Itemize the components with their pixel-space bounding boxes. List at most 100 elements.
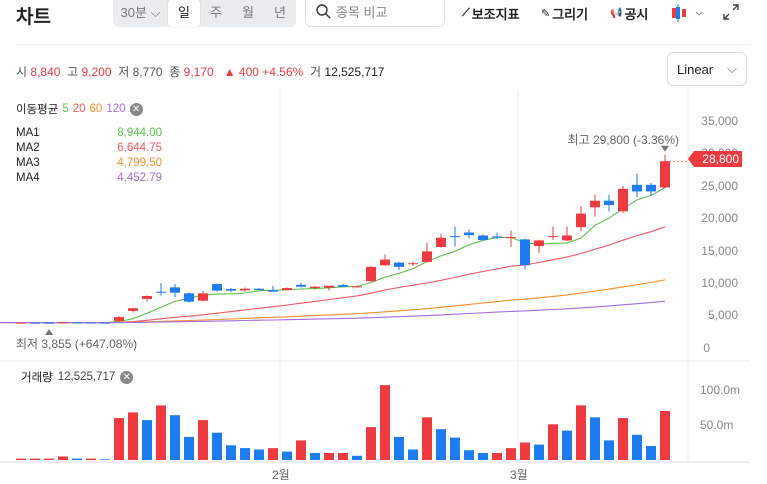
volume-bar	[632, 434, 642, 460]
candle-body	[100, 322, 110, 324]
volume-bar	[450, 437, 460, 460]
volume-bar	[660, 411, 670, 460]
volume-bar	[324, 453, 334, 460]
volume-bar	[212, 432, 222, 460]
volume-bar	[394, 436, 404, 460]
volume-bar	[254, 449, 264, 460]
candle-body	[478, 235, 488, 241]
candle-body	[520, 239, 530, 266]
low-marker-label: 최저 3,855 (+647.08%)	[16, 337, 138, 351]
price-chart[interactable]	[0, 0, 767, 484]
candle-body	[660, 161, 670, 188]
candle-body	[114, 317, 124, 322]
volume-tick: 100.0m	[700, 383, 741, 397]
ma-title: 이동평균	[16, 104, 59, 116]
candle-body	[422, 251, 432, 262]
volume-bar	[478, 453, 488, 460]
candle-body	[450, 236, 460, 238]
y-tick: 20,000	[701, 211, 738, 225]
volume-bar	[226, 445, 236, 460]
volume-bar	[170, 415, 180, 460]
volume-bar	[30, 458, 40, 460]
ma-legend: 이동평균 5 20 60 120 ✕	[16, 101, 143, 117]
volume-bar	[240, 448, 250, 460]
candle-body	[282, 288, 292, 291]
volume-bar	[604, 440, 614, 460]
candle-body	[590, 200, 600, 208]
ma-period: 20	[72, 103, 86, 115]
ma-period: 5	[62, 103, 69, 115]
volume-bar	[296, 440, 306, 460]
candle-body	[128, 308, 138, 311]
remove-volume-icon[interactable]: ✕	[120, 370, 134, 384]
candle-body	[226, 289, 236, 291]
volume-bar	[548, 424, 558, 460]
candle-body	[324, 285, 334, 288]
ma-row: MA4 4,452.79	[16, 172, 162, 184]
candle-body	[86, 322, 96, 324]
volume-bar	[86, 458, 96, 460]
volume-bar	[646, 446, 656, 460]
candle-body	[254, 288, 264, 291]
volume-title: 거래량	[21, 372, 53, 384]
high-marker-label: 최고 29,800 (-3.36%)	[567, 133, 679, 147]
candle-body	[44, 322, 54, 324]
ma-period: 60	[89, 103, 103, 115]
y-tick: 0	[703, 341, 710, 355]
volume-bar	[184, 436, 194, 460]
remove-ma-icon[interactable]: ✕	[129, 102, 143, 116]
current-price-tag: 28,800	[688, 151, 742, 167]
volume-bar	[380, 385, 390, 460]
candle-body	[30, 322, 40, 324]
x-tick: 2월	[272, 468, 290, 482]
volume-bar	[506, 448, 516, 460]
volume-bar	[198, 420, 208, 460]
candle-body	[352, 286, 362, 288]
volume-bar	[618, 418, 628, 460]
volume-bar	[16, 458, 26, 460]
ma-line-5	[0, 187, 666, 324]
volume-bar	[58, 456, 68, 460]
volume-bar	[72, 458, 82, 460]
candle-body	[576, 213, 586, 228]
volume-bar	[282, 451, 292, 460]
candle-body	[240, 288, 250, 291]
volume-bar	[310, 453, 320, 460]
candle-body	[604, 200, 614, 206]
volume-bar	[366, 427, 376, 460]
volume-bar	[100, 459, 110, 460]
y-tick: 35,000	[701, 114, 738, 128]
volume-bar	[422, 417, 432, 460]
volume-bar	[534, 444, 544, 460]
candle-body	[338, 285, 348, 287]
volume-bar	[576, 405, 586, 460]
volume-tick: 50.0m	[700, 418, 734, 432]
volume-bar	[492, 453, 502, 460]
candle-body	[394, 262, 404, 267]
candle-body	[184, 293, 194, 302]
ma-line-20	[0, 226, 666, 324]
candle-body	[212, 284, 222, 291]
candle-body	[548, 236, 558, 238]
volume-bar	[114, 418, 124, 460]
candle-body	[198, 293, 208, 301]
volume-value: 12,525,717	[57, 371, 116, 383]
candle-body	[646, 184, 656, 192]
y-tick: 5,000	[707, 308, 738, 322]
candle-body	[464, 232, 474, 236]
volume-bar	[156, 405, 166, 460]
volume-bar	[520, 442, 530, 460]
volume-bar	[268, 448, 278, 460]
ma-row: MA1 8,944.00	[16, 127, 162, 139]
volume-bar	[142, 420, 152, 460]
ma-line-120	[0, 300, 666, 324]
candle-body	[296, 284, 306, 287]
candle-body	[72, 322, 82, 324]
volume-bar	[590, 417, 600, 460]
candle-body	[618, 188, 628, 212]
volume-legend: 거래량 12,525,717 ✕	[21, 369, 134, 385]
y-tick: 15,000	[701, 244, 738, 258]
candle-body	[156, 291, 166, 293]
volume-bar	[436, 429, 446, 460]
candle-body	[492, 236, 502, 238]
